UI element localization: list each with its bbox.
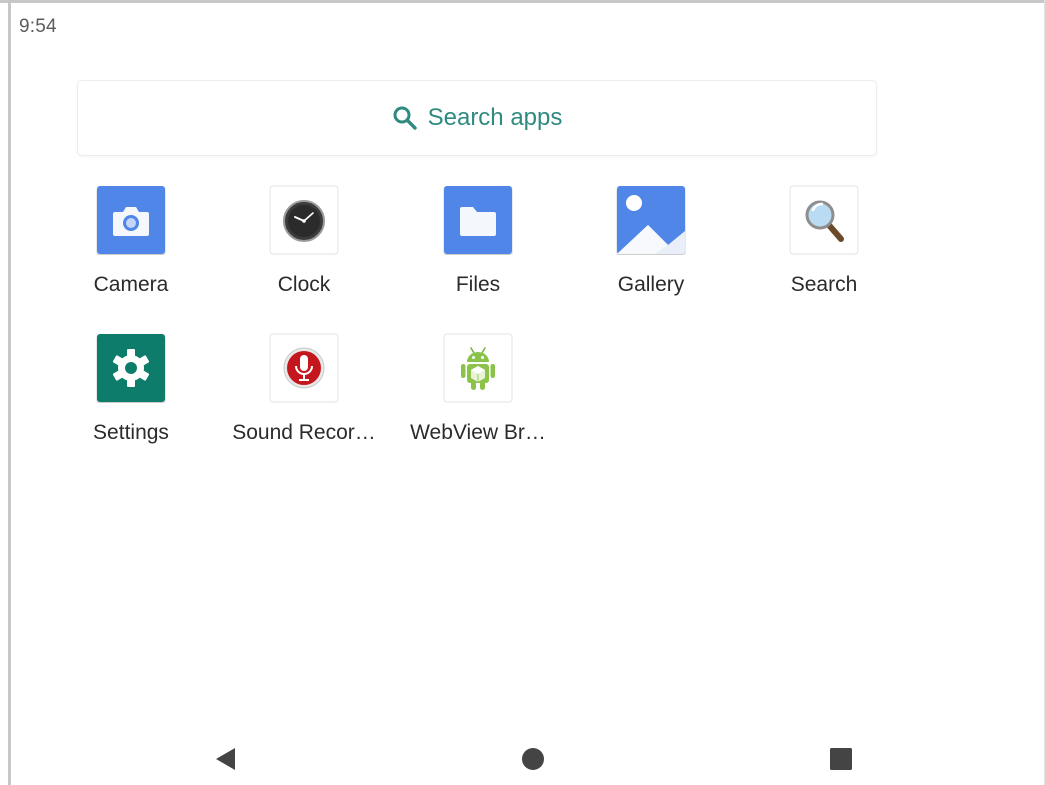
camera-icon xyxy=(96,185,166,255)
app-drawer-screen: 9:54 Search apps Camera Clock Files Gall… xyxy=(0,0,1045,785)
app-label: Camera xyxy=(93,273,169,296)
recents-button[interactable] xyxy=(824,744,858,778)
device-edge-left xyxy=(8,0,11,785)
recents-icon xyxy=(828,746,854,777)
status-bar-time: 9:54 xyxy=(19,16,57,37)
folder-icon xyxy=(443,185,513,255)
gear-icon xyxy=(96,333,166,403)
home-icon xyxy=(520,746,546,777)
app-clock[interactable]: Clock xyxy=(229,185,379,315)
app-files[interactable]: Files xyxy=(403,185,553,315)
back-icon xyxy=(212,746,238,777)
app-label: Search xyxy=(790,273,858,296)
app-gallery[interactable]: Gallery xyxy=(576,185,726,315)
app-label: Sound Recor… xyxy=(232,421,376,444)
search-icon xyxy=(392,105,418,131)
app-webview-browser[interactable]: WebView Br… xyxy=(403,333,553,463)
home-button[interactable] xyxy=(516,744,550,778)
app-label: WebView Br… xyxy=(410,421,546,444)
search-apps-bar[interactable]: Search apps xyxy=(78,81,876,155)
app-label: Gallery xyxy=(617,273,685,296)
search-apps-label: Search apps xyxy=(427,104,563,131)
clock-icon xyxy=(269,185,339,255)
android-robot-icon xyxy=(443,333,513,403)
gallery-icon xyxy=(616,185,686,255)
back-button[interactable] xyxy=(208,744,242,778)
app-settings[interactable]: Settings xyxy=(56,333,206,463)
app-sound-recorder[interactable]: Sound Recor… xyxy=(229,333,379,463)
device-edge-top xyxy=(0,0,1045,3)
app-label: Clock xyxy=(277,273,331,296)
app-search[interactable]: Search xyxy=(749,185,899,315)
app-camera[interactable]: Camera xyxy=(56,185,206,315)
magnifier-icon xyxy=(789,185,859,255)
navigation-bar xyxy=(0,730,1045,785)
microphone-icon xyxy=(269,333,339,403)
app-label: Settings xyxy=(93,421,169,444)
app-label: Files xyxy=(455,273,501,296)
